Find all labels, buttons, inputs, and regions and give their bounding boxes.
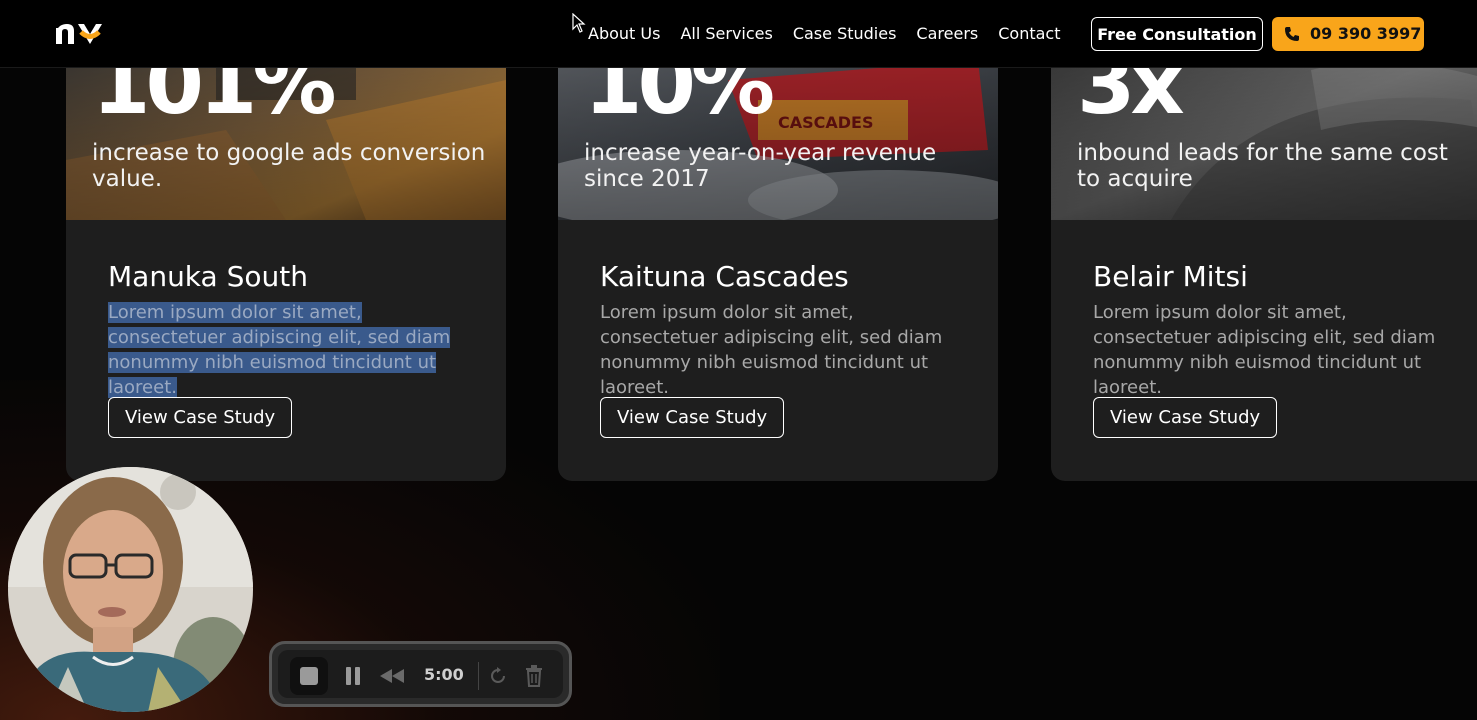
card-description: Lorem ipsum dolor sit amet, consectetuer… [1093, 302, 1436, 398]
phone-icon [1285, 27, 1299, 41]
logo[interactable] [54, 22, 102, 46]
view-case-study-button[interactable]: View Case Study [600, 397, 785, 438]
card-description: Lorem ipsum dolor sit amet, consectetuer… [108, 300, 478, 400]
stat-description: increase year-on-year revenue since 2017 [584, 140, 937, 192]
pause-icon[interactable] [344, 666, 362, 686]
presenter-video [8, 467, 253, 712]
recording-controls: 5:00 [269, 641, 572, 707]
restart-icon[interactable] [488, 666, 508, 686]
view-case-study-button[interactable]: View Case Study [108, 397, 293, 438]
phone-button[interactable]: 09 390 3997 [1272, 17, 1424, 51]
stop-icon[interactable] [290, 657, 328, 695]
selected-text: Lorem ipsum dolor sit amet, consectetuer… [108, 302, 451, 398]
divider [478, 662, 479, 690]
card-title: Manuka South [108, 260, 308, 293]
nav-case-studies[interactable]: Case Studies [793, 22, 897, 46]
webcam-bubble[interactable] [8, 467, 253, 712]
stat-description: increase to google ads conversion value. [92, 140, 486, 192]
nav-about-us[interactable]: About Us [588, 22, 660, 46]
main-nav: About Us All Services Case Studies Caree… [588, 22, 1080, 46]
case-study-card: 3x inbound leads for the same cost to ac… [1051, 40, 1477, 481]
rewind-icon[interactable] [380, 669, 404, 683]
stat-description: inbound leads for the same cost to acqui… [1077, 140, 1448, 192]
site-header: About Us All Services Case Studies Caree… [0, 0, 1477, 68]
card-description: Lorem ipsum dolor sit amet, consectetuer… [600, 302, 943, 398]
nav-contact[interactable]: Contact [998, 22, 1060, 46]
case-study-card: CASCADES 10% increase year-on-year reven… [558, 40, 998, 481]
view-case-study-button[interactable]: View Case Study [1093, 397, 1278, 438]
nav-all-services[interactable]: All Services [680, 22, 772, 46]
nav-careers[interactable]: Careers [916, 22, 978, 46]
recording-timer: 5:00 [424, 665, 464, 684]
card-title: Kaituna Cascades [600, 260, 849, 293]
card-title: Belair Mitsi [1093, 260, 1248, 293]
case-study-card: 101% increase to google ads conversion v… [66, 40, 506, 481]
mouse-cursor-icon [572, 13, 586, 33]
trash-icon[interactable] [524, 665, 544, 687]
free-consultation-button[interactable]: Free Consultation [1091, 17, 1263, 51]
phone-number: 09 390 3997 [1310, 24, 1422, 43]
